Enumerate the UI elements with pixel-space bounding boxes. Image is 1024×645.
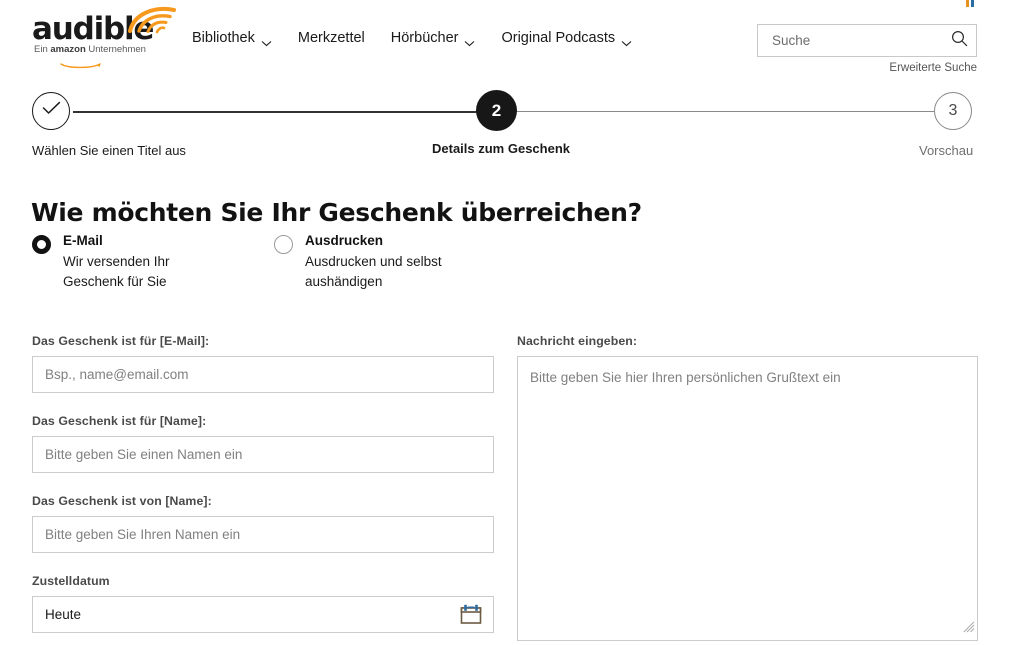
- progress-stepper: 2 3 Wählen Sie einen Titel aus Details z…: [0, 90, 1024, 162]
- nav-item-hoerbuecher[interactable]: Hörbücher: [391, 30, 476, 46]
- audible-logo[interactable]: audible Ein amazon Unternehmen: [32, 4, 182, 69]
- nav-label-hoerbuecher: Hörbücher: [390, 30, 459, 46]
- stepper-label-2: Details zum Geschenk: [432, 141, 570, 156]
- field-sender-name: Das Geschenk ist von [Name]:: [32, 494, 494, 553]
- label-delivery-date: Zustelldatum: [32, 574, 110, 588]
- page-root: audible Ein amazon Unternehmen Bibliothe…: [0, 0, 1024, 645]
- radio-selected-icon[interactable]: [32, 235, 51, 254]
- search-input[interactable]: [770, 32, 951, 49]
- stepper-circle-2: 2: [476, 90, 517, 131]
- message-textarea[interactable]: [517, 356, 978, 641]
- recipient-name-input[interactable]: [32, 436, 494, 473]
- delivery-date-input[interactable]: [32, 596, 494, 633]
- delivery-option-print-title: Ausdrucken: [305, 233, 384, 248]
- recipient-email-input[interactable]: [32, 356, 494, 393]
- search-box[interactable]: [757, 24, 977, 57]
- gift-details-form-right: Nachricht eingeben:: [517, 334, 978, 641]
- label-recipient-email: Das Geschenk ist für [E-Mail]:: [32, 334, 210, 348]
- nav-item-bibliothek[interactable]: Bibliothek: [192, 30, 272, 46]
- label-recipient-name: Das Geschenk ist für [Name]:: [32, 414, 207, 428]
- advanced-search-link[interactable]: Erweiterte Suche: [889, 62, 977, 74]
- nav-label-merkzettel: Merkzettel: [297, 30, 365, 46]
- stepper-label-3: Vorschau: [919, 143, 974, 158]
- sender-name-input[interactable]: [32, 516, 494, 553]
- stepper-track-upcoming: [514, 111, 934, 112]
- page-title: Wie möchten Sie Ihr Geschenk überreichen…: [31, 197, 642, 227]
- check-icon: [42, 101, 61, 121]
- chevron-down-icon: [464, 35, 475, 46]
- tagline-prefix: Ein: [34, 44, 51, 55]
- audible-swoosh-icon: [124, 4, 180, 43]
- stepper-circle-3: 3: [934, 92, 972, 130]
- stepper-circle-1: [32, 92, 70, 130]
- amazon-smile-icon: [60, 56, 102, 74]
- stepper-track-completed: [73, 111, 479, 113]
- chevron-down-icon: [621, 35, 632, 46]
- logo-tagline: Ein amazon Unternehmen: [34, 44, 146, 55]
- delivery-option-email-title: E-Mail: [63, 233, 103, 248]
- label-sender-name: Das Geschenk ist von [Name]:: [32, 494, 212, 508]
- tagline-brand: amazon: [50, 44, 86, 55]
- field-recipient-email: Das Geschenk ist für [E-Mail]:: [32, 334, 494, 393]
- message-wrapper: [517, 356, 978, 641]
- label-message: Nachricht eingeben:: [517, 334, 638, 348]
- field-recipient-name: Das Geschenk ist für [Name]:: [32, 414, 494, 473]
- nav-label-bibliothek: Bibliothek: [192, 30, 255, 46]
- site-header: audible Ein amazon Unternehmen Bibliothe…: [0, 0, 1024, 80]
- main-navigation: Bibliothek Merkzettel Hörbücher Original…: [192, 30, 632, 46]
- chevron-down-icon: [261, 35, 272, 46]
- nav-label-original-podcasts: Original Podcasts: [501, 30, 616, 46]
- delivery-date-wrapper: [32, 596, 494, 633]
- delivery-option-print[interactable]: Ausdrucken Ausdrucken und selbst aushänd…: [274, 232, 474, 292]
- delivery-option-print-description: Ausdrucken und selbst aushändigen: [305, 254, 442, 289]
- radio-unselected-icon[interactable]: [274, 235, 293, 254]
- gift-details-form-left: Das Geschenk ist für [E-Mail]: Das Gesch…: [32, 334, 494, 645]
- nav-item-original-podcasts[interactable]: Original Podcasts: [501, 30, 632, 46]
- nav-item-merkzettel[interactable]: Merkzettel: [298, 30, 365, 46]
- field-delivery-date: Zustelldatum: [32, 574, 494, 633]
- stepper-node-1[interactable]: [32, 92, 70, 130]
- calendar-icon[interactable]: [460, 604, 482, 630]
- stepper-number-3: 3: [948, 102, 958, 119]
- stepper-node-3[interactable]: 3: [934, 92, 972, 130]
- delivery-option-email[interactable]: E-Mail Wir versenden Ihr Geschenk für Si…: [32, 232, 232, 292]
- search-area: Erweiterte Suche: [757, 24, 977, 74]
- stepper-label-1: Wählen Sie einen Titel aus: [32, 143, 186, 158]
- search-icon[interactable]: [951, 30, 968, 52]
- tagline-suffix: Unternehmen: [85, 44, 146, 55]
- stepper-node-2[interactable]: 2: [476, 90, 517, 131]
- stepper-number-2: 2: [491, 100, 502, 120]
- delivery-option-email-description: Wir versenden Ihr Geschenk für Sie: [63, 254, 170, 289]
